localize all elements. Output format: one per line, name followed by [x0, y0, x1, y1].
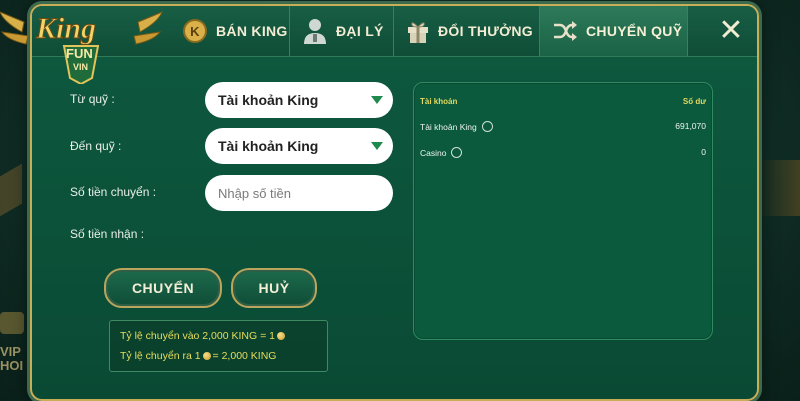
rate-in-text: Tỷ lệ chuyển vào 2,000 KING = 1	[120, 330, 285, 342]
table-row-casino[interactable]: Casino	[420, 147, 463, 158]
to-fund-label: Đến quỹ :	[70, 139, 122, 153]
svg-text:K: K	[190, 24, 200, 39]
rate-out-prefix: Tỷ lệ chuyển ra 1	[120, 350, 201, 362]
logo-fun-text: FUN	[66, 46, 93, 61]
tab-dai-ly[interactable]: ĐẠI LÝ	[290, 6, 394, 56]
gift-icon	[406, 18, 430, 44]
from-fund-select[interactable]: Tài khoản King	[205, 82, 393, 118]
amount-label: Số tiền chuyển :	[70, 185, 157, 199]
tab-label: CHUYỂN QUỸ	[586, 23, 683, 39]
coin-icon	[276, 332, 285, 340]
balance-king: 691,070	[675, 121, 706, 131]
radio-icon[interactable]	[451, 147, 463, 158]
tab-label: ĐẠI LÝ	[336, 23, 384, 39]
cancel-button[interactable]: HUỶ	[231, 268, 317, 308]
balance-casino: 0	[701, 147, 706, 157]
tab-label: BÁN KING	[216, 23, 288, 39]
close-icon: ✕	[718, 14, 744, 47]
tab-label: ĐỔI THƯỞNG	[438, 23, 533, 39]
kingfun-logo: King FUN VIN	[0, 4, 170, 86]
rate-out-suffix: = 2,000 KING	[212, 350, 277, 362]
rate-in-label: Tỷ lệ chuyển vào 2,000 KING = 1	[120, 330, 275, 342]
logo-king-text: King	[35, 12, 97, 46]
agent-person-icon	[302, 17, 328, 45]
header-account: Tài khoản	[420, 97, 458, 106]
tab-doi-thuong[interactable]: ĐỔI THƯỞNG	[394, 6, 540, 56]
radio-icon[interactable]	[481, 121, 493, 132]
background-sticker	[0, 312, 24, 334]
shuffle-transfer-icon	[552, 20, 578, 42]
account-name: Casino	[420, 147, 447, 158]
accounts-table: Tài khoản Số dư Tài khoản King 691,070 C…	[413, 82, 713, 340]
tab-ban-king[interactable]: K BÁN KING	[172, 6, 290, 56]
receive-amount-label: Số tiền nhận :	[70, 227, 145, 241]
background-ornament-left	[0, 163, 22, 217]
king-coin-icon: K	[182, 18, 208, 44]
coin-icon	[202, 352, 211, 360]
to-fund-select[interactable]: Tài khoản King	[205, 128, 393, 164]
to-fund-value: Tài khoản King	[218, 138, 319, 154]
header-balance: Số dư	[682, 97, 706, 106]
from-fund-value: Tài khoản King	[218, 92, 319, 108]
close-button[interactable]: ✕	[705, 6, 757, 56]
amount-input[interactable]	[205, 175, 393, 211]
account-name: Tài khoản King	[420, 121, 477, 132]
chevron-down-icon	[371, 96, 383, 104]
transfer-button[interactable]: CHUYỂN	[104, 268, 222, 308]
rate-out-text: Tỷ lệ chuyển ra 1 = 2,000 KING	[120, 350, 276, 362]
from-fund-label: Từ quỹ :	[70, 92, 115, 106]
tab-chuyen-quy[interactable]: CHUYỂN QUỸ	[540, 6, 688, 56]
chevron-down-icon	[371, 142, 383, 150]
background-ornament-right	[756, 160, 800, 216]
exchange-rate-box: Tỷ lệ chuyển vào 2,000 KING = 1 Tỷ lệ ch…	[109, 320, 328, 372]
table-row-king[interactable]: Tài khoản King	[420, 121, 493, 132]
logo-vin-text: VIN	[73, 62, 89, 72]
